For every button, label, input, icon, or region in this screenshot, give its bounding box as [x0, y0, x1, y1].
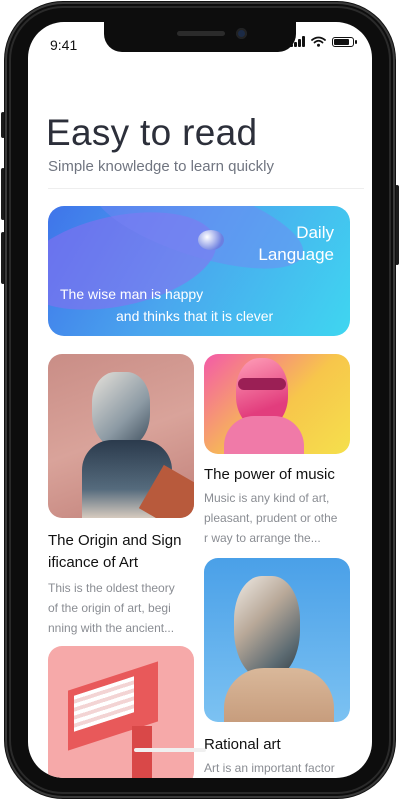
battery-icon [332, 36, 357, 47]
page-title: Easy to read [46, 112, 258, 153]
origin-desc-line3: nning with the ancient... [48, 621, 175, 635]
banner-title: Daily Language [258, 222, 334, 266]
music-card-description: Music is any kind of art, pleasant, prud… [204, 488, 337, 548]
daily-language-banner[interactable]: Daily Language The wise man is happy and… [48, 206, 350, 336]
music-desc-line3: r way to arrange the... [204, 531, 321, 545]
building-column-shape [132, 726, 152, 778]
origin-title-line1: The Origin and Sign [48, 532, 182, 549]
banner-quote-line1: The wise man is happy [60, 286, 204, 302]
rational-card-title[interactable]: Rational art [204, 734, 281, 756]
banner-title-line1: Daily [296, 223, 334, 242]
status-time: 9:41 [50, 37, 78, 53]
origin-desc-line1: This is the oldest theory [48, 581, 175, 595]
power-button [395, 185, 399, 265]
sunglasses-icon [238, 378, 286, 390]
music-art-image[interactable] [204, 354, 350, 454]
status-icons [290, 36, 357, 47]
water-drop-icon [198, 230, 224, 250]
phone-device: 9:41 Easy to read Simple knowledge to le… [0, 0, 400, 800]
sculpture-head-shape [92, 372, 150, 448]
front-camera [236, 28, 247, 39]
music-desc-line2: pleasant, prudent or othe [204, 511, 338, 525]
page-subtitle: Simple knowledge to learn quickly [48, 158, 274, 175]
rational-art-image[interactable] [204, 558, 350, 722]
wifi-icon [311, 36, 326, 47]
notch [104, 22, 296, 52]
shoulders-shape [224, 416, 304, 454]
origin-art-image[interactable] [48, 354, 194, 518]
origin-card-title[interactable]: The Origin and Sign ificance of Art [48, 530, 181, 574]
music-card-title[interactable]: The power of music [204, 464, 335, 486]
portrait-head-shape [234, 576, 300, 680]
origin-title-line2: ificance of Art [48, 554, 139, 571]
app-screen: 9:41 Easy to read Simple knowledge to le… [28, 22, 372, 778]
architecture-art-image[interactable] [48, 646, 194, 778]
rational-card-description: Art is an important factor [204, 761, 335, 775]
header-divider [48, 188, 364, 189]
banner-quote-line2: and thinks that it is clever [116, 308, 274, 324]
portrait-shoulders-shape [224, 668, 334, 722]
home-indicator[interactable] [134, 748, 206, 752]
origin-card-description: This is the oldest theory of the origin … [48, 578, 175, 638]
banner-title-line2: Language [258, 245, 334, 264]
speaker-grille [177, 31, 225, 36]
music-desc-line1: Music is any kind of art, [204, 491, 330, 505]
origin-desc-line2: of the origin of art, begi [48, 601, 171, 615]
